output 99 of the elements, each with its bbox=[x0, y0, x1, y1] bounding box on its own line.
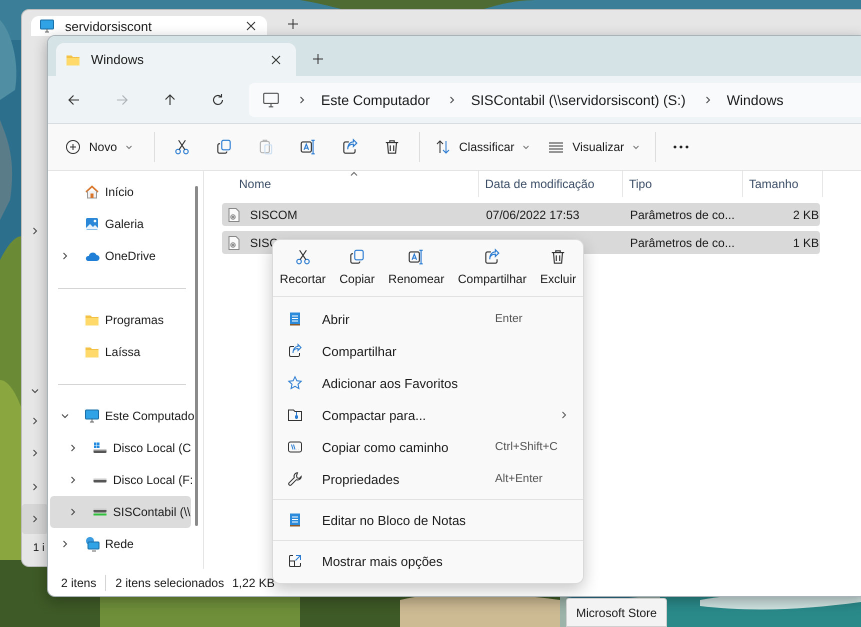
zip-folder-icon bbox=[287, 407, 303, 423]
menu-item[interactable]: Mostrar mais opções bbox=[273, 545, 583, 577]
size-cell: 2 KB bbox=[792, 208, 819, 222]
file-name: SISCOM bbox=[250, 208, 298, 222]
tooltip: Microsoft Store bbox=[566, 598, 667, 627]
selection-count: 2 itens selecionados bbox=[115, 576, 224, 590]
sidebar-item[interactable]: Disco Local (C bbox=[50, 432, 191, 464]
settings-file-icon bbox=[226, 234, 242, 250]
notepad-icon bbox=[287, 512, 303, 528]
status-text: 1 i bbox=[32, 542, 46, 554]
menu-item[interactable]: Editar no Bloco de Notas bbox=[273, 504, 583, 536]
sidebar-item[interactable]: Laíssa bbox=[50, 336, 191, 368]
new-button[interactable]: Novo bbox=[56, 133, 142, 161]
path-icon bbox=[287, 439, 303, 455]
chevron-icon[interactable] bbox=[60, 251, 70, 261]
gallery-icon bbox=[84, 216, 100, 232]
chevron-icon[interactable] bbox=[30, 514, 40, 524]
breadcrumb-item[interactable]: SISContabil (\\servidorsiscont) (S:) bbox=[470, 92, 686, 108]
chevron-icon[interactable] bbox=[60, 411, 70, 421]
caret-icon bbox=[632, 143, 640, 151]
expand-icon bbox=[287, 553, 303, 569]
drive-icon bbox=[93, 478, 107, 482]
sidebar-item[interactable]: Início bbox=[50, 176, 191, 208]
close-icon[interactable] bbox=[270, 54, 282, 66]
column-header[interactable]: Nome bbox=[222, 171, 479, 197]
sidebar-item[interactable]: SISContabil (\\ bbox=[50, 496, 191, 528]
scissors-icon bbox=[173, 138, 192, 156]
menu-item[interactable]: Copiar como caminho Ctrl+Shift+C bbox=[273, 431, 583, 463]
selection-size: 1,22 KB bbox=[232, 576, 275, 590]
monitor-icon bbox=[262, 90, 280, 108]
chevron-icon[interactable] bbox=[30, 482, 40, 492]
copy-icon bbox=[348, 248, 366, 266]
scrollbar[interactable] bbox=[195, 186, 198, 526]
menu-item[interactable]: Adicionar aos Favoritos bbox=[273, 367, 583, 399]
rename-icon bbox=[299, 138, 318, 156]
home-icon bbox=[84, 184, 100, 200]
chevron-icon[interactable] bbox=[68, 507, 78, 517]
file-row[interactable]: SISCOM 07/06/2022 17:53 Parâmetros de co... 2 KB bbox=[222, 203, 820, 226]
refresh-icon[interactable] bbox=[210, 92, 226, 108]
menu-item[interactable]: Compactar para... bbox=[273, 399, 583, 431]
plus-icon bbox=[65, 139, 81, 155]
add-tab-icon[interactable] bbox=[287, 18, 299, 30]
sidebar-item[interactable]: Programas bbox=[50, 304, 191, 336]
chevron-icon[interactable] bbox=[60, 539, 70, 549]
view-button[interactable]: Visualizar bbox=[539, 133, 650, 161]
chevron-icon[interactable] bbox=[68, 443, 78, 453]
copy-button[interactable]: Copiar bbox=[339, 246, 375, 288]
rename-button[interactable]: Renomear bbox=[388, 246, 444, 288]
type-cell: Parâmetros de co... bbox=[630, 208, 735, 222]
chevron-icon[interactable] bbox=[30, 416, 40, 426]
caret-icon bbox=[125, 143, 134, 151]
more-icon bbox=[672, 144, 690, 150]
type-cell: Parâmetros de co... bbox=[630, 236, 735, 250]
cut-button[interactable]: Recortar bbox=[280, 246, 326, 288]
chevron-icon[interactable] bbox=[68, 475, 78, 485]
address-bar[interactable]: Este Computador SISContabil (\\servidorsiscont) (S:) Windows bbox=[249, 82, 861, 116]
item-count: 2 itens bbox=[61, 576, 96, 590]
sidebar-item[interactable]: Disco Local (F: bbox=[50, 464, 191, 496]
sidebar-item[interactable]: Galeria bbox=[50, 208, 191, 240]
star-icon bbox=[287, 375, 303, 391]
network-icon bbox=[84, 536, 100, 552]
scissors-icon bbox=[294, 248, 312, 266]
size-cell: 1 KB bbox=[792, 236, 819, 250]
chevron-icon bbox=[297, 94, 307, 104]
sidebar-item[interactable]: OneDrive bbox=[50, 240, 191, 272]
tab[interactable]: Windows bbox=[56, 43, 296, 76]
share-button[interactable]: Compartilhar bbox=[458, 246, 527, 288]
share-icon bbox=[483, 248, 502, 266]
monitor-icon bbox=[39, 18, 55, 34]
sidebar-item[interactable]: Rede bbox=[50, 528, 191, 560]
column-header[interactable]: Data de modificação bbox=[479, 171, 623, 197]
chevron-icon[interactable] bbox=[30, 226, 40, 236]
column-header[interactable]: Tamanho bbox=[743, 171, 823, 197]
chevron-icon[interactable] bbox=[30, 386, 40, 396]
chevron-icon[interactable] bbox=[30, 448, 40, 458]
share-icon bbox=[341, 138, 360, 156]
monitor-icon bbox=[84, 408, 100, 424]
breadcrumb-item[interactable]: Este Computador bbox=[321, 92, 430, 108]
date-cell: 07/06/2022 17:53 bbox=[486, 208, 580, 222]
rename-icon bbox=[407, 248, 426, 266]
delete-button[interactable]: Excluir bbox=[540, 246, 576, 288]
tab[interactable]: servidorsiscont bbox=[31, 16, 267, 36]
menu-item[interactable]: Propriedades Alt+Enter bbox=[273, 463, 583, 495]
breadcrumb-item[interactable]: Windows bbox=[726, 92, 784, 108]
add-tab-icon[interactable] bbox=[312, 53, 324, 65]
wrench-icon bbox=[287, 471, 303, 487]
close-icon[interactable] bbox=[245, 20, 257, 32]
column-header[interactable]: Tipo bbox=[623, 171, 743, 197]
sort-icon bbox=[435, 139, 452, 155]
share-icon bbox=[287, 343, 303, 359]
menu-item[interactable]: Abrir Enter bbox=[273, 303, 583, 335]
settings-file-icon bbox=[226, 206, 242, 222]
menu-item[interactable]: Compartilhar bbox=[273, 335, 583, 367]
caret-icon bbox=[522, 143, 530, 151]
sort-button[interactable]: Classificar bbox=[426, 133, 540, 161]
notepad-icon bbox=[287, 311, 303, 327]
copy-icon bbox=[215, 138, 234, 156]
network-drive-icon bbox=[93, 508, 107, 516]
drive-icon bbox=[93, 442, 107, 454]
